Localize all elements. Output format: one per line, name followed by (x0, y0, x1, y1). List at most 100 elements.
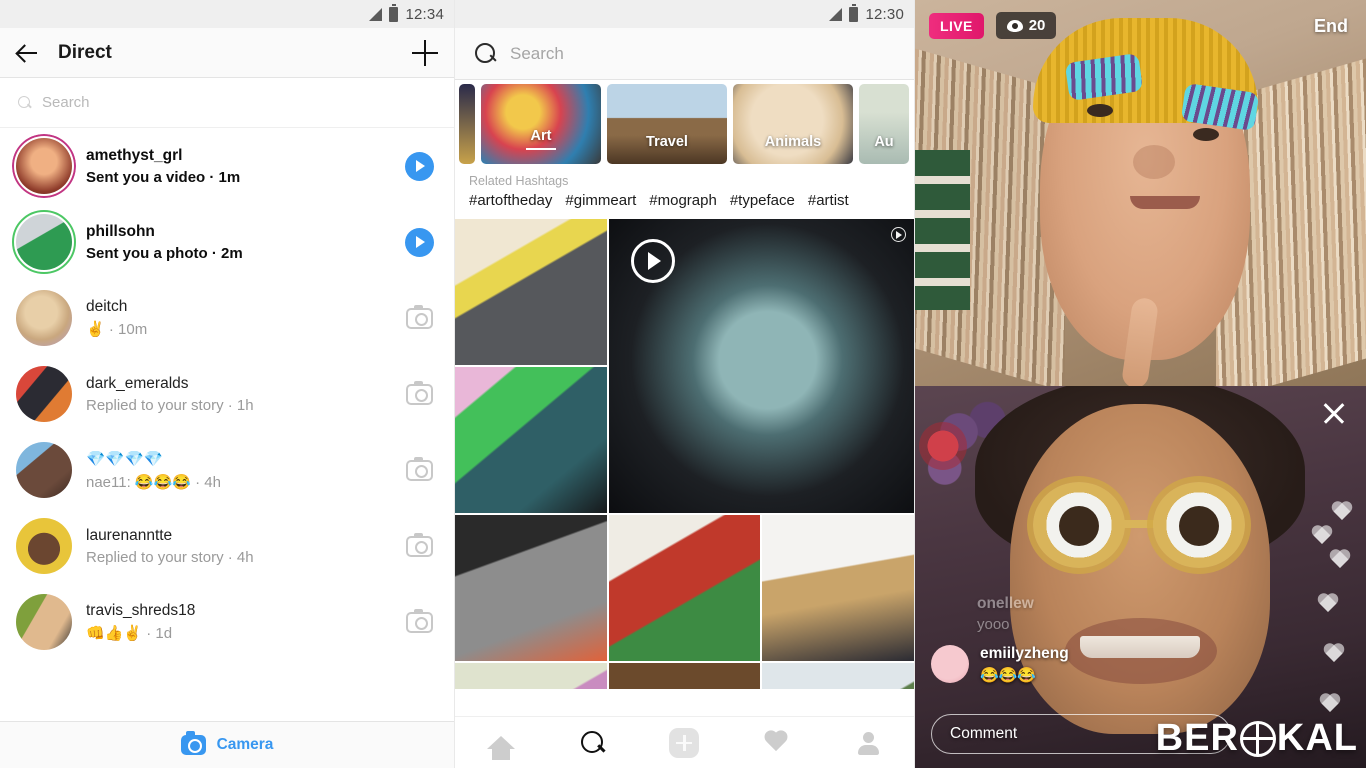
live-broadcast-screen: LIVE 20 End onellew yooo emiilyzheng 😂😂😂 (915, 0, 1366, 768)
thread-action (402, 304, 436, 329)
list-item[interactable]: dark_emeralds Replied to your story · 1h (0, 356, 454, 432)
nav-search-button[interactable] (570, 726, 616, 760)
list-item[interactable]: amethyst_grl Sent you a video · 1m (0, 128, 454, 204)
category-chip-partial-right[interactable]: Au (859, 84, 909, 164)
comment-username: onellew (977, 595, 1034, 612)
category-chip-row[interactable]: Art Travel Animals Au (455, 80, 914, 168)
avatar[interactable] (16, 138, 72, 194)
globe-icon (1239, 720, 1276, 757)
close-icon[interactable] (1318, 398, 1348, 428)
list-item: emiilyzheng 😂😂😂 (931, 645, 1231, 684)
heart-icon (763, 731, 789, 755)
comment-text: 😂😂😂 (980, 667, 1037, 684)
search-input[interactable]: Search (455, 28, 914, 80)
avatar[interactable] (12, 210, 76, 274)
thread-username: travis_shreds18 (86, 602, 196, 619)
explore-grid[interactable] (455, 219, 914, 689)
end-live-button[interactable]: End (1314, 16, 1348, 37)
grid-tile[interactable] (455, 515, 607, 661)
viewer-count-value: 20 (1028, 17, 1046, 34)
explore-search-screen: 12:30 Search Art Travel Animals Au Relat… (455, 0, 915, 768)
viewer-count-badge[interactable]: 20 (995, 12, 1057, 39)
avatar[interactable] (16, 594, 72, 650)
grid-tile[interactable] (455, 219, 607, 365)
bottom-navigation[interactable] (455, 716, 914, 768)
hashtag-chip[interactable]: #gimmeart (565, 192, 636, 209)
grid-tile[interactable] (762, 515, 914, 661)
play-icon[interactable] (404, 151, 434, 181)
hashtag-chip[interactable]: #artist (808, 192, 849, 209)
hashtag-chip[interactable]: #mograph (649, 192, 717, 209)
status-bar-time: 12:34 (405, 5, 444, 23)
direct-search-field[interactable]: Search (0, 78, 454, 128)
camera-icon[interactable] (405, 380, 433, 405)
hashtag-chip[interactable]: #artoftheday (469, 192, 552, 209)
list-item[interactable]: travis_shreds18 👊👍✌️ · 1d (0, 584, 454, 660)
host-eye-right (1193, 128, 1219, 141)
live-comments-list: onellew yooo emiilyzheng 😂😂😂 (931, 595, 1231, 696)
list-item[interactable]: 💎💎💎💎 nae11: 😂😂😂 · 4h (0, 432, 454, 508)
thread-username: dark_emeralds (86, 374, 189, 392)
status-bar-time: 12:30 (865, 5, 904, 23)
grid-tile[interactable] (608, 515, 761, 661)
nav-home-button[interactable] (478, 726, 524, 760)
thread-username: 💎💎💎💎 (86, 450, 164, 468)
camera-icon[interactable] (405, 532, 433, 557)
list-item[interactable]: laurenanntte Replied to your story · 4h (0, 508, 454, 584)
thread-action (402, 380, 436, 405)
dm-thread-list[interactable]: amethyst_grl Sent you a video · 1m phill… (0, 128, 454, 669)
host-nose (1133, 145, 1175, 179)
thread-action (402, 227, 436, 257)
grid-tile[interactable] (455, 663, 607, 689)
grid-tile[interactable] (762, 663, 914, 689)
live-badge: LIVE (929, 12, 984, 39)
nav-profile-button[interactable] (845, 726, 891, 760)
watermark: BER KAL (1156, 717, 1358, 760)
back-arrow-icon[interactable] (16, 41, 40, 65)
avatar[interactable] (16, 518, 72, 574)
camera-button-label: Camera (216, 736, 274, 753)
watermark-right-text: KAL (1276, 717, 1358, 759)
camera-button[interactable]: Camera (0, 721, 454, 768)
heart-icon (1328, 550, 1352, 572)
avatar[interactable] (16, 442, 72, 498)
category-chip-label: Art (481, 128, 601, 151)
grid-tile[interactable] (455, 367, 607, 513)
guest-video[interactable] (915, 386, 1366, 768)
category-chip-art[interactable]: Art (481, 84, 601, 164)
avatar[interactable] (16, 290, 72, 346)
hashtag-row[interactable]: #artoftheday #gimmeart #mograph #typefac… (455, 192, 914, 219)
list-item[interactable]: deitch ✌️ · 10m (0, 280, 454, 356)
list-item[interactable]: lil_lapislazuli 🔥🔥🔥 · 1d (0, 660, 454, 669)
thread-action (402, 532, 436, 557)
heart-icon (1310, 526, 1334, 548)
grid-tile-video[interactable] (608, 219, 914, 513)
camera-icon[interactable] (405, 304, 433, 329)
heart-icon (1316, 594, 1340, 616)
direct-messages-screen: 12:34 Direct Search amethyst_grl Sent yo… (0, 0, 455, 768)
grid-tile[interactable] (608, 663, 761, 689)
battery-icon (849, 3, 859, 22)
thread-preview: Replied to your story · 1h (86, 396, 254, 414)
hashtag-chip[interactable]: #typeface (730, 192, 795, 209)
nav-add-button[interactable] (661, 726, 707, 760)
category-chip-label: Travel (646, 134, 688, 150)
category-chip-animals[interactable]: Animals (733, 84, 853, 164)
thread-username: amethyst_grl (86, 146, 183, 164)
signal-icon (829, 7, 843, 21)
list-item[interactable]: phillsohn Sent you a photo · 2m (0, 204, 454, 280)
plus-icon[interactable] (412, 39, 438, 66)
camera-icon[interactable] (405, 608, 433, 633)
avatar[interactable] (16, 366, 72, 422)
category-chip-travel[interactable]: Travel (607, 84, 727, 164)
camera-icon[interactable] (405, 456, 433, 481)
nav-activity-button[interactable] (753, 726, 799, 760)
googly-eye-right (1153, 482, 1245, 568)
thread-username: deitch (86, 298, 128, 315)
avatar[interactable] (931, 645, 969, 683)
host-video[interactable] (915, 0, 1366, 386)
play-icon[interactable] (404, 227, 434, 257)
plus-square-icon (669, 727, 700, 758)
list-item: onellew yooo (931, 595, 1231, 633)
category-chip-partial-left[interactable] (459, 84, 475, 164)
